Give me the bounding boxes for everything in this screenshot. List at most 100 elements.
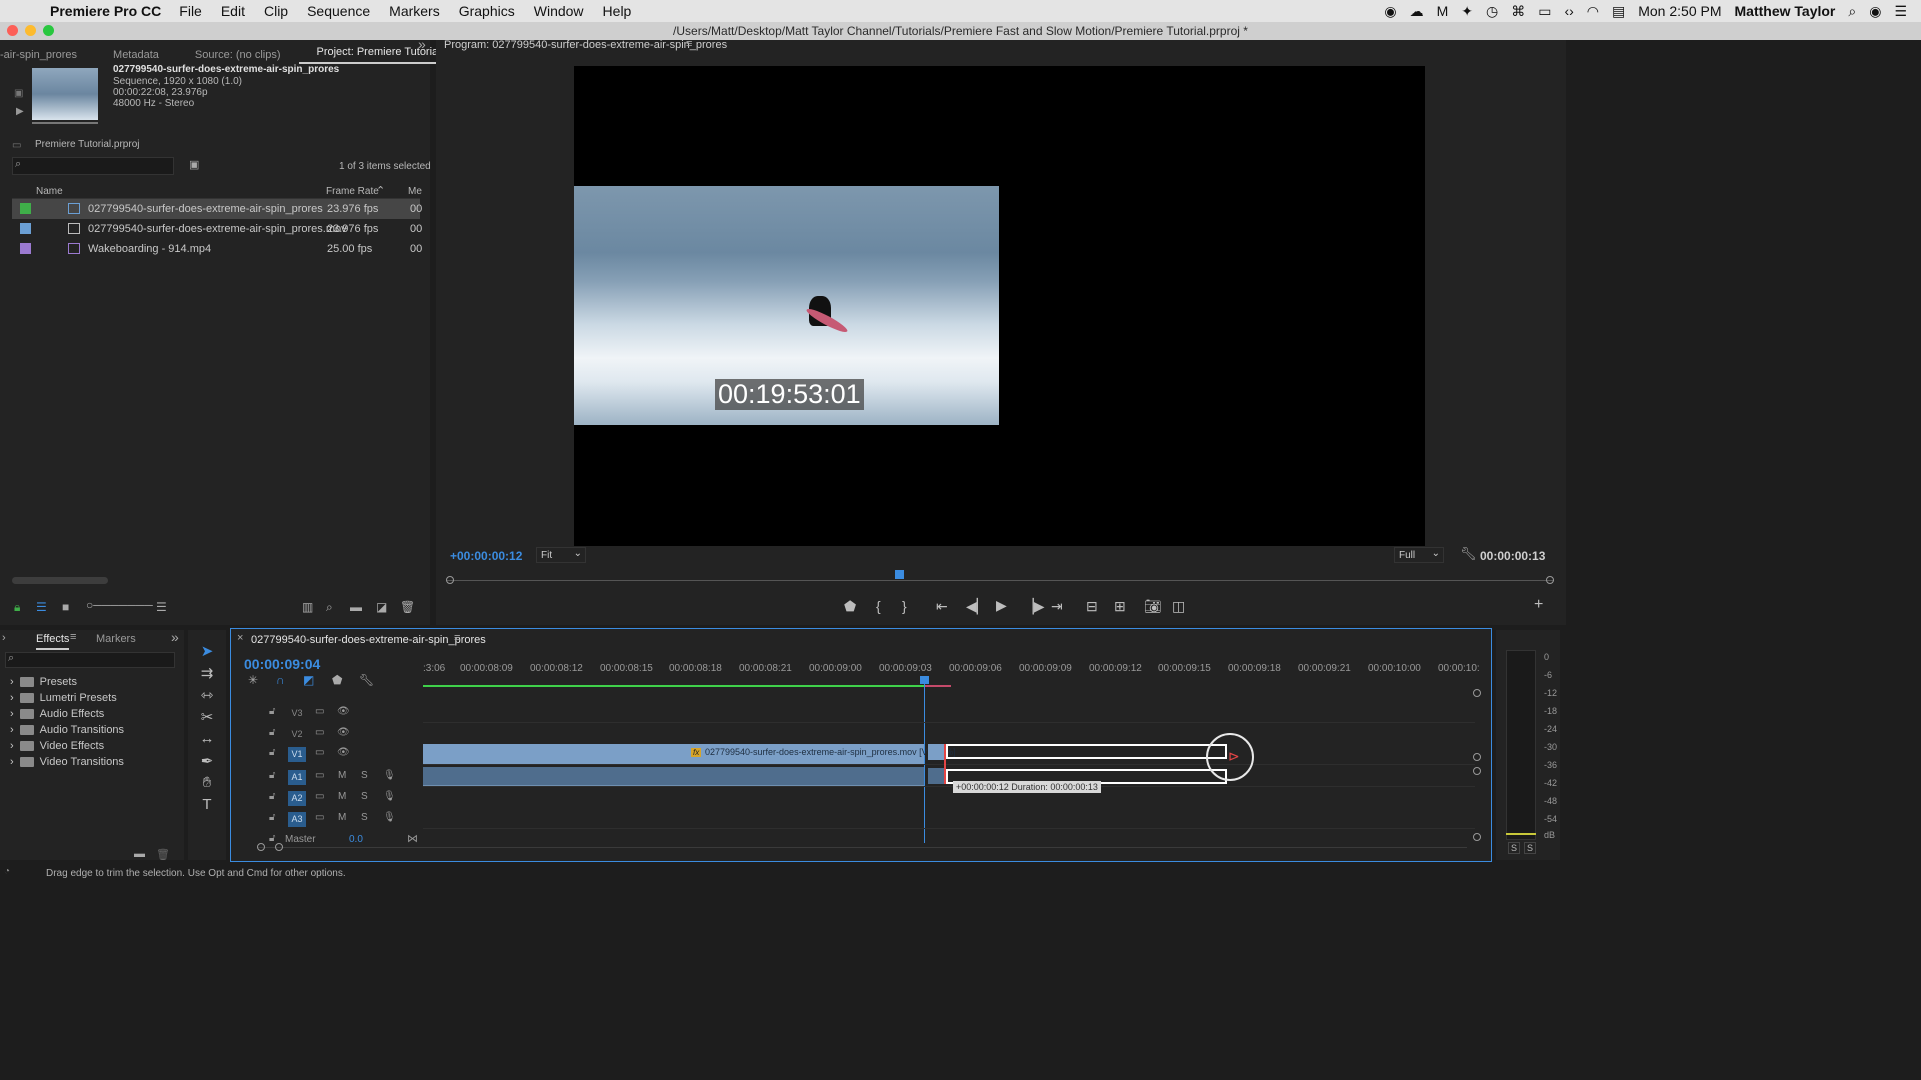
program-viewer[interactable]: 00:19:53:01 (574, 66, 1425, 546)
close-window-button[interactable] (7, 25, 18, 36)
eye-icon[interactable]: 👁︎ (337, 747, 350, 758)
chevron-right-icon[interactable]: › (10, 756, 14, 768)
effects-search-input[interactable] (5, 652, 175, 668)
chevron-right-icon[interactable]: › (10, 692, 14, 704)
microphone-icon[interactable]: 🎙︎ (383, 791, 396, 802)
column-name[interactable]: Name (36, 186, 63, 197)
new-item-icon[interactable]: ◪ (376, 600, 387, 614)
lock-icon[interactable]: 🔓︎ (269, 770, 275, 781)
code-icon[interactable]: ‹› (1564, 3, 1573, 19)
preview-thumbnail[interactable] (32, 68, 98, 120)
linked-selection-icon[interactable]: ◩ (303, 673, 314, 687)
user-name[interactable]: Matthew Taylor (1735, 3, 1836, 19)
playhead-marker[interactable] (895, 570, 904, 579)
preview-scrubber[interactable] (32, 122, 98, 124)
find-icon[interactable]: ⌕ (326, 600, 333, 615)
vertical-scroll-handle[interactable] (1473, 767, 1481, 775)
menu-file[interactable]: File (179, 3, 202, 19)
lock-icon[interactable]: 🔓︎ (269, 812, 275, 823)
tab-source[interactable]: Source: (no clips) (177, 49, 299, 61)
hand-tool-icon[interactable]: ✋︎ (196, 774, 218, 794)
selection-tool-icon[interactable]: ➤ (196, 642, 218, 662)
zoom-handle-left[interactable] (257, 843, 265, 851)
app-name[interactable]: Premiere Pro CC (50, 3, 161, 19)
track-target-v1[interactable]: V1 (288, 747, 306, 762)
button-editor-plus-icon[interactable]: + (1534, 596, 1543, 614)
trash-icon[interactable]: 🗑︎ (400, 600, 415, 614)
new-search-bin-icon[interactable]: ▣ (189, 158, 199, 171)
fx-badge[interactable]: fx (691, 748, 702, 757)
horizontal-scrollbar[interactable] (12, 577, 108, 584)
ripple-edit-tool-icon[interactable]: ⇿ (196, 686, 218, 706)
trim-outline-video[interactable] (946, 744, 1227, 759)
panel-menu-icon[interactable]: ≡ (70, 631, 76, 643)
label-color-swatch[interactable] (20, 203, 31, 214)
tab-project[interactable]: Project: Premiere Tutorial (298, 46, 459, 64)
chevron-right-icon[interactable]: › (10, 676, 14, 688)
toggle-sync-lock-icon[interactable]: ▭ (315, 706, 324, 717)
type-tool-icon[interactable]: T (196, 796, 218, 816)
spotlight-icon[interactable]: ⌕ (1848, 3, 1856, 20)
audio-clip[interactable] (423, 767, 924, 786)
toggle-sync-lock-icon[interactable]: ▭ (315, 727, 324, 738)
timeline-zoom-scrollbar[interactable] (257, 847, 1467, 855)
expand-panels-icon[interactable]: » (418, 36, 426, 52)
new-custom-bin-icon[interactable]: ▬ (134, 848, 145, 860)
vertical-scroll-handle[interactable] (1473, 753, 1481, 761)
mute-button[interactable]: M (338, 812, 346, 823)
menu-window[interactable]: Window (534, 3, 584, 19)
toggle-sync-lock-icon[interactable]: ▭ (315, 812, 324, 823)
expand-panels-icon[interactable]: » (171, 629, 179, 645)
video-clip[interactable]: fx 027799540-surfer-does-extreme-air-spi… (423, 744, 956, 764)
menu-help[interactable]: Help (603, 3, 632, 19)
label-color-swatch[interactable] (20, 243, 31, 254)
panel-menu-icon[interactable]: ≡ (686, 38, 692, 50)
tab-markers[interactable]: Markers (96, 633, 136, 645)
eye-icon[interactable]: 👁︎ (337, 727, 350, 738)
folder-audio-effects[interactable]: › Audio Effects (10, 706, 104, 722)
mute-button[interactable]: M (338, 791, 346, 802)
track-target-a1[interactable]: A1 (288, 770, 306, 785)
wrench-icon[interactable]: 🔧︎ (1460, 546, 1477, 562)
wifi-icon[interactable]: ◠ (1587, 3, 1599, 20)
project-search-input[interactable] (12, 157, 174, 175)
folder-lumetri-presets[interactable]: › Lumetri Presets (10, 690, 117, 706)
playhead-handle[interactable] (920, 676, 929, 684)
automate-to-sequence-icon[interactable]: ▥ (302, 600, 313, 614)
timeline-playhead[interactable] (924, 677, 925, 843)
pen-tool-icon[interactable]: ✒ (196, 752, 218, 772)
lock-icon[interactable]: 🔓︎ (269, 727, 275, 738)
solo-right-button[interactable]: S (1524, 842, 1537, 854)
chevron-right-icon[interactable]: › (10, 708, 14, 720)
playhead-timecode[interactable]: +00:00:00:12 (450, 549, 522, 563)
play-icon[interactable]: ▶ (996, 597, 1007, 614)
solo-button[interactable]: S (361, 812, 368, 823)
lock-icon[interactable]: 🔒︎ (14, 600, 20, 615)
lock-icon[interactable]: 🔓︎ (269, 833, 275, 844)
microphone-icon[interactable]: 🎙︎ (383, 812, 396, 823)
column-frame-rate[interactable]: Frame Rate (326, 186, 379, 197)
minimize-window-button[interactable] (25, 25, 36, 36)
track-target-v2[interactable]: V2 (288, 727, 306, 742)
step-back-icon[interactable]: ◀▏ (966, 598, 988, 615)
folder-audio-transitions[interactable]: › Audio Transitions (10, 722, 124, 738)
nest-sequence-icon[interactable]: ✳ (248, 673, 258, 687)
project-item-row[interactable]: Wakeboarding - 914.mp4 25.00 fps 00 (12, 239, 422, 259)
toggle-sync-lock-icon[interactable]: ▭ (315, 770, 324, 781)
sync-icon[interactable]: ✦ (1461, 3, 1473, 20)
close-sequence-icon[interactable]: × (237, 632, 243, 644)
time-machine-icon[interactable]: ◷ (1486, 3, 1498, 20)
program-monitor-title[interactable]: Program: 027799540-surfer-does-extreme-a… (444, 40, 727, 51)
bluetooth-icon[interactable]: ⌘ (1511, 3, 1525, 20)
tab-effects[interactable]: Effects (36, 633, 70, 650)
chevron-right-icon[interactable]: › (10, 724, 14, 736)
project-item-row[interactable]: 027799540-surfer-does-extreme-air-spin_p… (12, 219, 422, 239)
go-to-in-icon[interactable]: ⇤ (936, 598, 948, 615)
master-volume-value[interactable]: 0.0 (349, 834, 363, 845)
solo-button[interactable]: S (361, 791, 368, 802)
ruler-start-handle[interactable] (446, 576, 454, 584)
lock-icon[interactable]: 🔓︎ (269, 747, 275, 758)
slip-tool-icon[interactable]: ↔ (196, 730, 218, 750)
sort-icons-icon[interactable]: ☰ (156, 600, 167, 614)
poster-frame-icon[interactable]: ▣ (14, 88, 23, 99)
